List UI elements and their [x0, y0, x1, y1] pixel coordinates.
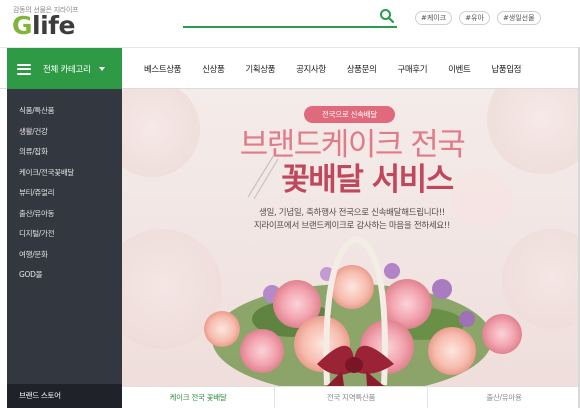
sidebar-item-digital[interactable]: 디지털/가전	[7, 227, 122, 248]
menu-best-products[interactable]: 베스트상품	[144, 63, 182, 75]
logo-text: life	[32, 11, 76, 40]
menu-reviews[interactable]: 구매후기	[397, 63, 427, 75]
banner-description: 생일, 기념일, 축하행사 전국으로 신속배달해드립니다!! 지라이프에서 브랜…	[202, 207, 502, 233]
menu-events[interactable]: 이벤트	[448, 63, 471, 75]
hashtag-list: #케이크 #유아 #생일선물	[415, 11, 541, 25]
banner-title-line2: 꽃배달 서비스	[281, 162, 454, 198]
page: 감동의 선물은 지라이프 Glife #케이크 #유아 #생일선물 전체 카테고…	[0, 0, 580, 408]
menu-product-inquiry[interactable]: 상품문의	[347, 63, 377, 75]
sidebar-item-beauty-jewelry[interactable]: 뷰티/쥬얼리	[7, 186, 122, 207]
site-logo[interactable]: Glife	[12, 11, 76, 40]
caret-down-icon	[98, 67, 105, 71]
sidebar-item-cake-flowers[interactable]: 케이크/전국꽃배달	[7, 166, 122, 187]
category-list: 식품/특산품 생활/건강 의류/잡화 케이크/전국꽃배달 뷰티/쥬얼리 출산/유…	[7, 89, 122, 289]
sidebar-item-food[interactable]: 식품/특산품	[7, 104, 122, 125]
sidebar-item-travel-culture[interactable]: 여행/문화	[7, 248, 122, 269]
tab-cake-flower-delivery[interactable]: 케이크 전국 꽃배달	[122, 387, 274, 408]
menu-supply-entry[interactable]: 납품입점	[491, 63, 521, 75]
sidebar-item-god-mall[interactable]: GOD몰	[7, 268, 122, 289]
site-header: 감동의 선물은 지라이프 Glife #케이크 #유아 #생일선물	[0, 0, 580, 47]
banner-badge: 전국으로 신속배달	[304, 106, 395, 123]
search-box	[183, 6, 397, 28]
all-categories-label: 전체 카테고리	[43, 65, 91, 75]
brand-store-link[interactable]: 브랜드 스토어	[7, 384, 122, 408]
tab-baby-products[interactable]: 출산/유아용	[427, 387, 580, 408]
banner-description-line2: 지라이프에서 브랜드케이크로 감사하는 마음을 전하세요!!	[253, 221, 451, 231]
hashtag-baby[interactable]: #유아	[459, 11, 490, 25]
search-input[interactable]	[183, 6, 373, 26]
main-menu: 베스트상품 신상품 기획상품 공지사항 상품문의 구매후기 이벤트 납품입점	[122, 48, 521, 90]
tab-regional-specialties[interactable]: 전국 지역특산품	[274, 387, 427, 408]
hashtag-cake[interactable]: #케이크	[415, 11, 453, 25]
hashtag-birthday-gift[interactable]: #생일선물	[496, 11, 541, 25]
menu-notices[interactable]: 공지사항	[296, 63, 326, 75]
category-sidebar: 식품/특산품 생활/건강 의류/잡화 케이크/전국꽃배달 뷰티/쥬얼리 출산/유…	[7, 89, 122, 408]
hero-banner[interactable]: 전국으로 신속배달 브랜드케이크 전국 꽃배달 서비스 생일, 기념일, 축하행…	[122, 89, 580, 386]
main-navbar: 전체 카테고리 베스트상품 신상품 기획상품 공지사항 상품문의 구매후기 이벤…	[0, 47, 580, 90]
sidebar-item-baby-kids[interactable]: 출산/유아동	[7, 207, 122, 228]
banner-description-line1: 생일, 기념일, 축하행사 전국으로 신속배달해드립니다!!	[258, 208, 446, 218]
banner-tabs: 케이크 전국 꽃배달 전국 지역특산품 출산/유아용	[122, 386, 580, 408]
logo-letter-g: G	[12, 11, 33, 40]
search-icon[interactable]	[379, 8, 395, 24]
sidebar-item-clothing[interactable]: 의류/잡화	[7, 145, 122, 166]
menu-new-products[interactable]: 신상품	[202, 63, 225, 75]
all-categories-button[interactable]: 전체 카테고리	[7, 48, 122, 90]
menu-special-products[interactable]: 기획상품	[245, 63, 275, 75]
sidebar-item-living-health[interactable]: 생활/건강	[7, 125, 122, 146]
hamburger-icon	[17, 63, 31, 75]
